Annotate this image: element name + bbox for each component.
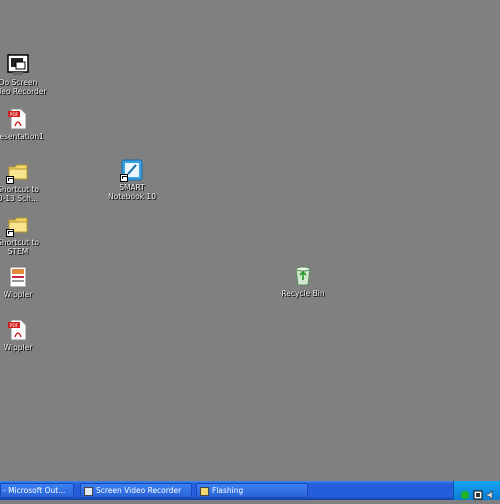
desktop-icon-shortcut-stem[interactable]: Shortcut to STEM	[0, 214, 53, 256]
desktop-icon-screen-video-recorder[interactable]: Do Screen Video Recorder	[0, 54, 53, 96]
desktop-icon-presentation1[interactable]: PDF Presentation1	[0, 108, 53, 141]
recorder-tray-icon[interactable]	[473, 485, 483, 500]
desktop-icon-wippler-pdf[interactable]: PDF Wippler	[0, 319, 53, 352]
taskbar-button-flashing[interactable]: Flashing	[196, 483, 308, 498]
taskbar-button-outlook[interactable]: - Microsoft Out...	[0, 483, 74, 498]
network-icon[interactable]	[460, 485, 470, 500]
desktop-icon-shortcut-school[interactable]: Shortcut to 0-13 Sch...	[0, 161, 53, 203]
shortcut-arrow-icon	[120, 174, 128, 182]
desktop-icon-label: Recycle Bin	[281, 289, 325, 298]
smart-notebook-icon	[120, 159, 143, 182]
pdf-icon: PDF	[7, 108, 29, 130]
folder-shortcut-icon	[6, 214, 29, 237]
screen-recorder-icon	[84, 486, 93, 496]
desktop-icon-label: Wippler	[3, 290, 33, 299]
shortcut-arrow-icon	[6, 176, 14, 184]
folder-shortcut-icon	[6, 161, 29, 184]
desktop-icon-label: SMART Notebook 10	[108, 183, 156, 201]
desktop-icon-wippler-doc[interactable]: Wippler	[0, 266, 53, 299]
desktop-icon-label: Shortcut to STEM	[0, 238, 39, 256]
desktop[interactable]: Do Screen Video Recorder PDF Presentatio…	[0, 0, 500, 481]
document-icon	[7, 266, 29, 288]
pdf-icon: PDF	[7, 319, 29, 341]
shortcut-arrow-icon	[6, 229, 14, 237]
taskbar-button-label: Flashing	[212, 486, 244, 495]
desktop-icon-label: Shortcut to 0-13 Sch...	[0, 185, 39, 203]
desktop-icon-label: Presentation1	[0, 132, 44, 141]
desktop-icon-label: Wippler	[3, 343, 33, 352]
taskbar-button-label: - Microsoft Out...	[3, 486, 66, 495]
desktop-icon-recycle-bin[interactable]: Recycle Bin	[268, 265, 338, 298]
recycle-bin-icon	[292, 265, 314, 287]
svg-text:PDF: PDF	[10, 323, 19, 329]
folder-icon	[200, 486, 209, 496]
system-tray	[453, 481, 500, 500]
svg-text:PDF: PDF	[10, 112, 19, 118]
desktop-icon-label: Do Screen Video Recorder	[0, 78, 47, 96]
taskbar-button-screen-video-recorder[interactable]: Screen Video Recorder	[80, 483, 192, 498]
taskbar-button-label: Screen Video Recorder	[96, 486, 182, 495]
screen-recorder-icon	[7, 54, 29, 76]
desktop-icon-smart-notebook[interactable]: SMART Notebook 10	[97, 159, 167, 201]
taskbar: - Microsoft Out... Screen Video Recorder…	[0, 481, 500, 500]
volume-icon[interactable]	[486, 485, 496, 500]
